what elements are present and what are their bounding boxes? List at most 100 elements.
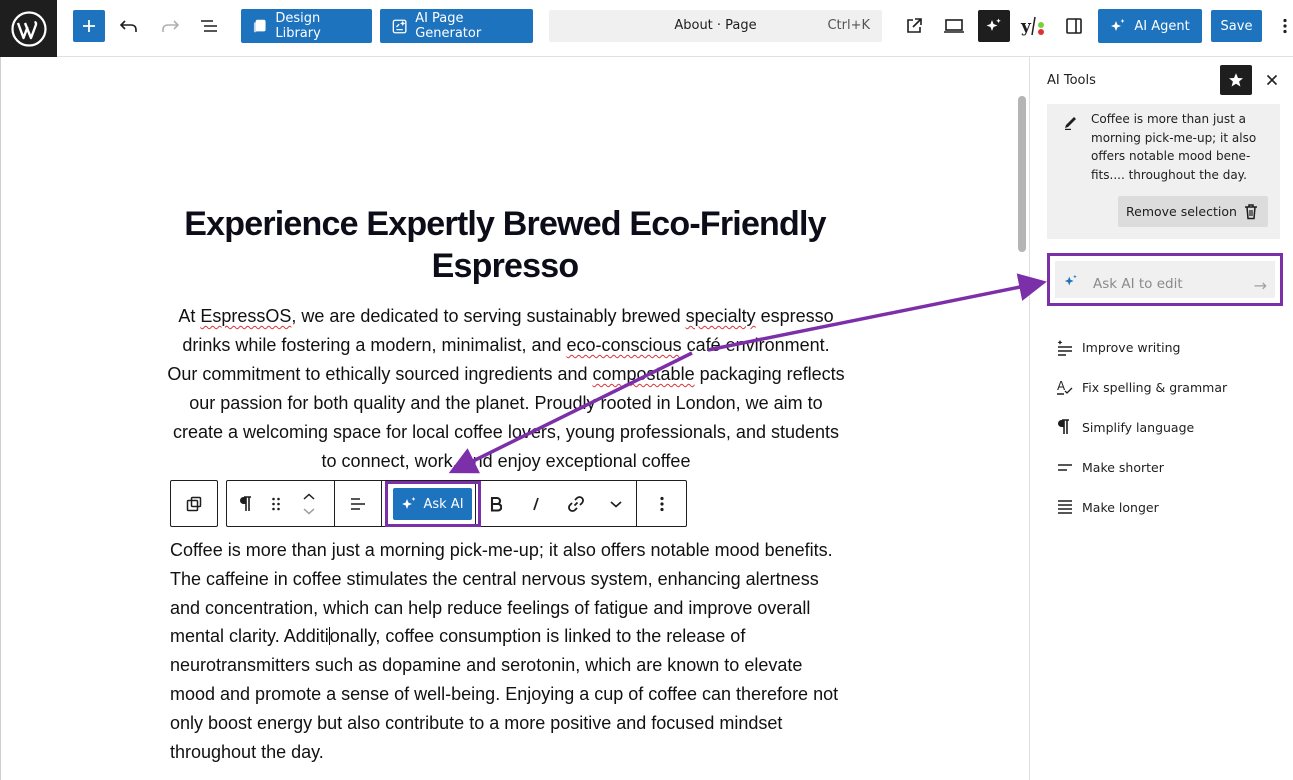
submit-arrow-icon[interactable]: → [1254,276,1267,295]
tool-label: Fix spelling & grammar [1082,379,1228,395]
move-block-controls[interactable] [289,481,329,526]
improve-writing-icon [1056,338,1082,356]
library-icon [253,19,266,33]
design-library-label: Design Library [275,11,321,41]
tool-make-longer[interactable]: Make longer [1056,487,1227,527]
external-link-icon [907,18,922,33]
remove-selection-button[interactable]: Remove selection [1118,196,1268,227]
yoast-seo-button[interactable]: y [1019,9,1047,43]
sparkles-icon [1064,274,1077,286]
trash-icon [1245,204,1257,220]
formatting-group [476,481,638,526]
wordpress-logo-icon[interactable] [0,0,57,57]
selection-card: Coffee is more than just a morning pick-… [1047,104,1280,239]
document-overview-button[interactable] [196,9,222,43]
undo-button[interactable] [116,9,142,43]
chevron-down-icon [610,500,622,508]
save-button[interactable]: Save [1211,10,1262,42]
ai-tools-list: Improve writing A Fix spelling & grammar… [1056,327,1227,527]
ai-agent-button[interactable]: AI Agent [1098,9,1202,43]
block-options-button[interactable] [644,481,680,526]
ai-page-generator-button[interactable]: AI Page Generator [380,9,533,43]
design-library-button[interactable]: Design Library [241,9,372,43]
intro-paragraph[interactable]: At EspressOS, we are dedicated to servin… [166,302,846,476]
redo-button[interactable] [157,9,183,43]
sidebar-icon [1066,18,1082,34]
align-left-icon [350,497,365,510]
more-vertical-icon [659,496,664,511]
block-type-group [227,481,335,526]
command-shortcut: Ctrl+K [827,18,870,33]
copy-block-icon [186,496,202,511]
remove-selection-label: Remove selection [1126,204,1237,219]
list-view-icon [201,20,217,32]
pilcrow-icon [240,495,251,511]
select-parent-button[interactable] [176,481,212,526]
selected-paragraph[interactable]: Coffee is more than just a morning pick-… [170,536,850,766]
chevron-down-icon[interactable] [303,507,315,515]
redo-icon [162,20,180,32]
drag-handle[interactable] [263,481,289,526]
link-button[interactable] [558,481,594,526]
ask-ai-input[interactable]: Ask AI to edit → [1055,261,1275,298]
editor-scrollbar[interactable] [1018,96,1026,252]
add-block-button[interactable] [73,10,105,42]
command-palette-bar[interactable]: About · Page Ctrl+K [549,10,882,42]
ask-ai-placeholder: Ask AI to edit [1093,276,1183,292]
italic-button[interactable] [518,481,554,526]
align-text-button[interactable] [340,481,376,526]
tool-label: Simplify language [1082,419,1195,435]
ai-page-generator-label: AI Page Generator [415,11,482,41]
longer-icon [1056,498,1082,516]
sidebar-title: AI Tools [1047,73,1096,88]
tool-label: Improve writing [1082,339,1181,355]
options-menu-button[interactable] [1278,9,1292,43]
more-formatting-button[interactable] [598,481,634,526]
chevron-up-icon[interactable] [303,492,315,501]
star-icon [1229,73,1243,87]
paragraph-block-button[interactable] [227,481,263,526]
sparkles-icon [986,18,1001,31]
close-sidebar-button[interactable] [1262,67,1282,93]
svg-text:A: A [1057,379,1066,393]
save-label: Save [1220,18,1253,34]
ai-agent-label: AI Agent [1134,18,1190,34]
view-page-button[interactable] [902,9,926,43]
tool-simplify-language[interactable]: Simplify language [1056,407,1227,447]
plus-icon [83,20,95,32]
preview-button[interactable] [941,9,967,43]
tool-improve-writing[interactable]: Improve writing [1056,327,1227,367]
link-icon [567,495,584,512]
tool-make-shorter[interactable]: Make shorter [1056,447,1227,487]
align-group [335,481,382,526]
page-heading[interactable]: Experience Expertly Brewed Eco-Friendly … [170,203,840,287]
tool-label: Make shorter [1082,459,1164,475]
undo-icon [119,20,137,32]
shorter-icon [1056,461,1082,473]
block-toolbar-parent [170,480,218,527]
tool-fix-spelling[interactable]: A Fix spelling & grammar [1056,367,1227,407]
selection-preview-text: Coffee is more than just a morning pick-… [1091,112,1257,182]
bold-button[interactable] [478,481,514,526]
ai-tools-sidebar: AI Tools Coffee is more than just a morn… [1029,57,1293,780]
svg-text:y: y [1020,17,1032,37]
drag-icon [272,497,280,510]
spelling-icon: A [1056,378,1082,396]
ask-ai-button[interactable]: Ask AI [393,488,472,520]
yoast-icon: y [1020,16,1044,37]
more-vertical-icon [1283,18,1287,34]
bold-icon [490,496,502,512]
options-group [637,481,686,526]
pencil-icon [1065,117,1076,130]
desktop-icon [944,19,964,33]
close-icon [1266,74,1278,86]
italic-icon [532,497,539,510]
selected-paragraph-text-end: onally, coffee consumption is linked to … [170,626,839,762]
pilcrow-icon [1056,418,1082,436]
ai-page-icon [392,19,407,33]
sparkles-icon [402,497,416,509]
favorite-button[interactable] [1220,65,1252,95]
settings-sidebar-button[interactable] [1062,9,1086,43]
ai-tools-toggle-button[interactable] [978,10,1010,42]
intro-paragraph-text: At EspressOS, we are dedicated to servin… [167,306,845,471]
